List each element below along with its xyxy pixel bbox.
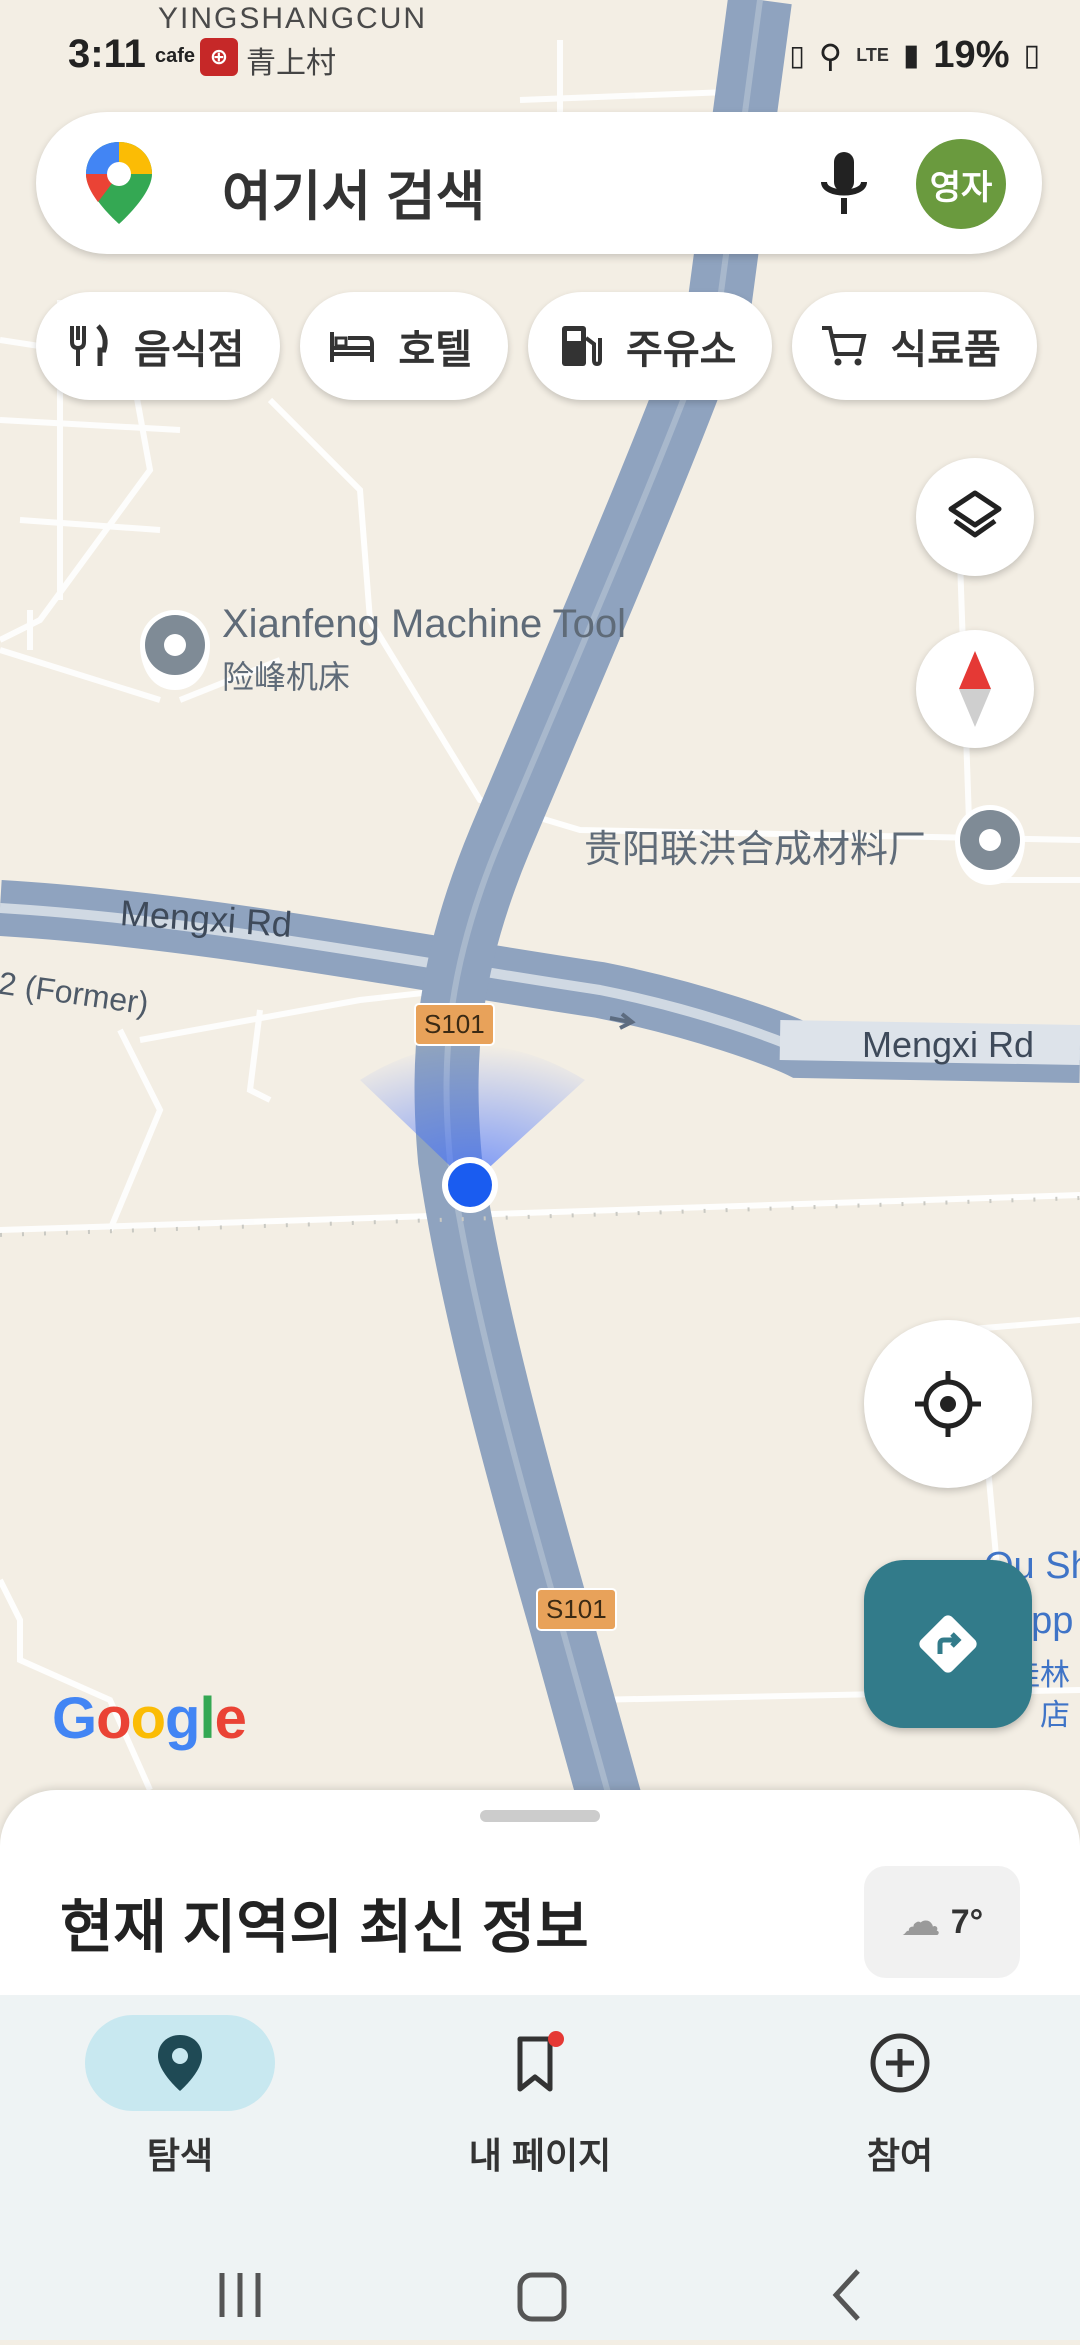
status-cafe: cafe [155,45,196,67]
category-chips: 음식점 호텔 주유소 식료품 [36,292,1037,400]
bed-icon [330,332,375,362]
poi-label-xianfeng-en[interactable]: Xianfeng Machine Tool [222,602,626,647]
cloud-icon: ☁ [900,1900,941,1944]
temperature: 7° [950,1902,984,1941]
compass-icon [959,651,991,727]
nav-my-page[interactable]: 내 페이지 [420,2015,660,2179]
nav-explore-label: 탐색 [146,2135,214,2176]
chip-restaurants-label: 음식점 [134,328,245,372]
sheet-title: 현재 지역의 최신 정보 [60,1895,589,1960]
gas-station-icon [562,326,603,367]
nav-explore[interactable]: 탐색 [60,2015,300,2179]
poi-label-qu-4[interactable]: 店 [1040,1690,1070,1734]
chip-groceries-label: 식료품 [890,328,1001,372]
network-label: LTE [856,45,889,65]
recents-icon[interactable] [219,2273,261,2317]
battery-icon: ▯ [1023,39,1040,72]
nav-my-page-label: 내 페이지 [468,2135,612,2176]
location-status-icon: ⚲ [818,37,843,74]
current-location-dot [448,1163,492,1207]
chip-groceries[interactable]: 식료품 [792,292,1037,400]
nav-contribute[interactable]: 참여 [780,2015,1020,2179]
nav-contribute-label: 참여 [866,2135,934,2176]
directions-button[interactable] [864,1560,1032,1728]
poi-pin-xianfeng[interactable] [140,610,210,690]
bookmark-icon [517,2031,564,2092]
system-nav-bar [0,2185,1080,2340]
chip-hotels[interactable]: 호텔 [300,292,509,400]
poi-label-guiyang[interactable]: 贵阳联洪合成材料厂 [584,818,926,873]
add-circle-icon [870,2033,930,2093]
compass-button[interactable] [916,630,1034,748]
crosshair-icon [915,1371,981,1437]
explore-sheet[interactable]: 현재 지역의 최신 정보 ☁ 7° [0,1790,1080,1995]
search-bar[interactable]: 여기서 검색 영자 [36,112,1042,254]
location-pin-icon [158,2035,202,2091]
signal-icon: ▮ [902,39,920,72]
status-village-overlay: 青上村 [246,47,336,80]
status-bar: YINGSHANGCUN 3:11 cafe ⊕ 青上村 ▯ ⚲ LTE ▮ 1… [0,0,1080,110]
weather-chip[interactable]: ☁ 7° [864,1866,1020,1978]
map-label-village: YINGSHANGCUN [158,2,428,35]
bottom-nav: 탐색 내 페이지 참여 [0,1995,1080,2185]
sheet-drag-handle[interactable] [480,1810,600,1822]
account-avatar[interactable]: 영자 [916,139,1006,229]
battery-percent: 19% [933,34,1010,76]
poi-pin-guiyang[interactable] [955,805,1025,885]
chip-hotels-label: 호텔 [398,328,473,372]
route-shield-s101-bottom: S101 [536,1588,617,1631]
layers-icon [948,490,1002,538]
chip-gas-stations-label: 주유소 [626,328,737,372]
layers-button[interactable] [916,458,1034,576]
battery-saver-icon: ▯ [789,40,805,71]
poi-label-xianfeng-cn[interactable]: 险峰机床 [222,652,350,698]
cart-icon [822,326,867,366]
search-input[interactable]: 여기서 검색 [222,152,485,231]
chip-restaurants[interactable]: 음식점 [36,292,281,400]
fork-knife-icon [70,324,108,366]
directions-icon [919,1615,977,1673]
google-maps-logo-icon [86,142,152,224]
route-shield-s101-top: S101 [414,1003,495,1046]
home-icon[interactable] [517,2272,567,2322]
google-logo: Google [52,1686,247,1751]
back-icon[interactable] [832,2269,860,2321]
road-label-mengxi-right: Mengxi Rd [862,1024,1035,1065]
chip-gas-stations[interactable]: 주유소 [528,292,773,400]
notification-app-icon: ⊕ [200,38,238,76]
status-time: 3:11 [68,32,146,76]
map-view[interactable]: S101 S101 Xianfeng Machine Tool 险峰机床 贵阳联… [0,0,1080,1830]
mic-icon[interactable] [814,150,874,220]
my-location-button[interactable] [864,1320,1032,1488]
